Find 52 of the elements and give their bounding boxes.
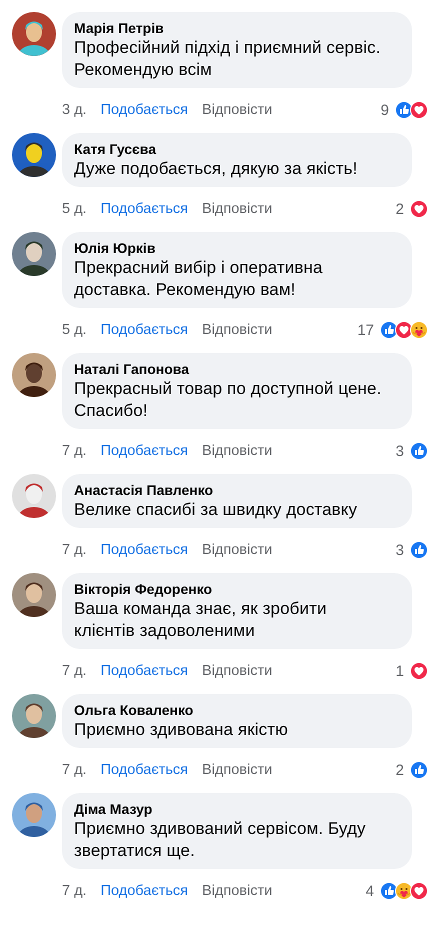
reply-link[interactable]: Відповісти (202, 201, 272, 217)
comment-text: Прекрасный товар по доступной цене. Спасибо! (74, 378, 382, 422)
like-link[interactable]: Подобається (100, 883, 188, 899)
reply-link[interactable]: Відповісти (202, 102, 272, 118)
like-link[interactable]: Подобається (100, 663, 188, 679)
author-name[interactable]: Наталі Гапонова (74, 360, 384, 378)
comment-text: Прекрасний вибір і оперативна доставка. Рекомендую вам! (74, 257, 324, 301)
timestamp[interactable]: 7 д. (62, 443, 87, 459)
reaction-count[interactable]: 2 (396, 200, 404, 218)
author-name[interactable]: Анастасія Павленко (74, 481, 384, 499)
reaction-count[interactable]: 1 (396, 662, 404, 680)
reaction-count[interactable]: 17 (357, 322, 374, 338)
timestamp[interactable]: 7 д. (62, 883, 87, 899)
comment-text: Дуже подобається, дякую за якість! (74, 158, 358, 180)
reaction-count[interactable]: 9 (380, 102, 389, 118)
comment-text: Велике спасибі за швидку доставку (74, 499, 358, 521)
like-link[interactable]: Подобається (100, 102, 188, 118)
author-name[interactable]: Ольга Коваленко (74, 701, 384, 719)
reply-link[interactable]: Відповісти (202, 322, 272, 338)
comment-text: Професійний підхід і приємний сервіс. Рекомендую всім (74, 37, 382, 81)
timestamp[interactable]: 7 д. (62, 663, 87, 679)
reply-link[interactable]: Відповісти (202, 762, 272, 778)
timestamp[interactable]: 7 д. (62, 542, 87, 558)
hug-emoji-icon (410, 321, 428, 339)
author-name[interactable]: Діма Мазур (74, 800, 384, 818)
reaction-count[interactable]: 3 (396, 442, 404, 460)
reaction-count[interactable]: 3 (396, 542, 404, 558)
author-name[interactable]: Марія Петрів (74, 19, 384, 37)
reply-link[interactable]: Відповісти (202, 542, 272, 558)
reaction-count[interactable]: 2 (396, 762, 404, 778)
like-link[interactable]: Подобається (100, 201, 188, 217)
comment-text: Ваша команда знає, як зробити клієнтів задоволеними (74, 598, 328, 642)
reaction-count[interactable]: 4 (366, 882, 374, 900)
reply-link[interactable]: Відповісти (202, 883, 272, 899)
comment-text: Приємно здивована якістю (74, 719, 289, 741)
thumbs-up-icon (410, 541, 428, 559)
like-link[interactable]: Подобається (100, 322, 188, 338)
author-name[interactable]: Вікторія Федоренко (74, 580, 384, 598)
author-name[interactable]: Катя Гусєва (74, 140, 384, 158)
like-link[interactable]: Подобається (100, 542, 188, 558)
like-link[interactable]: Подобається (100, 762, 188, 778)
author-name[interactable]: Юлія Юрків (74, 239, 384, 257)
timestamp[interactable]: 5 д. (62, 201, 87, 217)
timestamp[interactable]: 5 д. (62, 322, 87, 338)
reply-link[interactable]: Відповісти (202, 443, 272, 459)
comment-text: Приємно здивований сервісом. Буду звертатися ще. (74, 818, 367, 862)
timestamp[interactable]: 3 д. (62, 102, 87, 118)
timestamp[interactable]: 7 д. (62, 762, 87, 778)
thumbs-up-icon (410, 442, 428, 460)
thumbs-up-icon (410, 761, 428, 779)
like-link[interactable]: Подобається (100, 443, 188, 459)
reply-link[interactable]: Відповісти (202, 663, 272, 679)
